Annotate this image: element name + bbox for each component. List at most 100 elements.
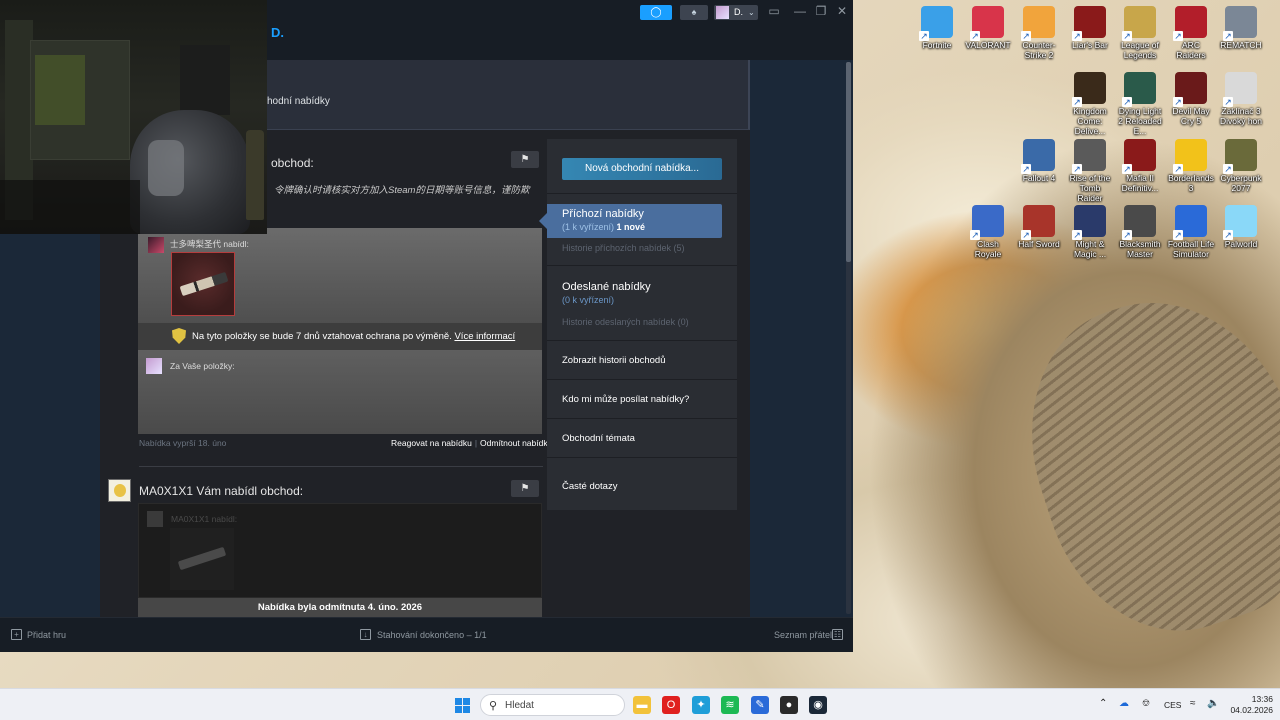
app-icon — [1072, 72, 1106, 107]
app-icon — [1223, 6, 1257, 41]
spotify-icon[interactable]: ≋ — [721, 696, 739, 714]
desktop-shortcut[interactable]: Cyberpunk 2077 — [1217, 139, 1265, 193]
file-explorer-icon[interactable]: ▬ — [633, 696, 651, 714]
wallpaper-art — [995, 267, 1280, 663]
desktop-shortcut[interactable]: Rise of the Tomb Raider — [1066, 139, 1114, 203]
trade-topics-link[interactable]: Obchodní témata — [562, 433, 635, 444]
rifle-icon — [177, 546, 227, 571]
megaphone-icon[interactable]: ◯ — [640, 5, 672, 20]
desktop-shortcut-label: Kingdom Come: Delive... — [1073, 106, 1107, 136]
incoming-pending-count: (1 k vyřízení) — [562, 222, 615, 232]
protection-text: Na tyto položky se bude 7 dnů vztahovat … — [192, 331, 452, 342]
bell-icon[interactable]: ♠ — [680, 5, 708, 20]
desktop-shortcut[interactable]: Blacksmith Master — [1116, 205, 1164, 259]
notes-app-icon[interactable]: ✎ — [751, 696, 769, 714]
sent-history-link[interactable]: Historie odeslaných nabídek (0) — [562, 317, 689, 327]
desktop-shortcut[interactable]: Fallout 4 — [1015, 139, 1063, 183]
report-flag-icon[interactable]: ⚑ — [511, 151, 539, 168]
desktop-shortcut[interactable]: Liar's Bar — [1066, 6, 1114, 50]
desktop-shortcut[interactable]: Football Life Simulator — [1167, 205, 1215, 259]
sent-offers-title[interactable]: Odeslané nabídky — [562, 281, 651, 293]
desktop-shortcut[interactable]: Mafia II Definitiv... — [1116, 139, 1164, 193]
app-icon — [1223, 72, 1257, 107]
friends-icon[interactable]: ☷ — [832, 629, 843, 640]
respond-to-offer-link[interactable]: Reagovat na nabídku — [391, 438, 472, 448]
sent-pending-count: (0 k vyřízení) — [562, 295, 615, 305]
divider — [547, 340, 737, 341]
report-flag-icon[interactable]: ⚑ — [511, 480, 539, 497]
game-app-icon[interactable]: ● — [780, 696, 798, 714]
app-icon — [1173, 72, 1207, 107]
trade-protection-notice: Na tyto položky se bude 7 dnů vztahovat … — [138, 323, 542, 350]
desktop-shortcut[interactable]: Kingdom Come: Delive... — [1066, 72, 1114, 136]
desktop-shortcut[interactable]: ARC Raiders — [1167, 6, 1215, 60]
desktop-shortcut-label: ARC Raiders — [1176, 40, 1206, 60]
wifi-icon[interactable]: ≈ — [1190, 698, 1196, 709]
desktop-shortcut-label: Devil May Cry 5 — [1172, 106, 1210, 126]
avatar — [716, 6, 729, 19]
desktop-shortcut[interactable]: Zaklínač 3 Divoký hon — [1217, 72, 1265, 126]
clock-time: 13:36 — [1251, 694, 1273, 704]
app-icon — [1021, 205, 1055, 240]
desktop-shortcut[interactable]: Devil May Cry 5 — [1167, 72, 1215, 126]
clock[interactable]: 13:36 04.02.2026 — [1227, 694, 1273, 716]
trade-item[interactable] — [170, 528, 234, 590]
desktop-shortcut[interactable]: Half Sword — [1015, 205, 1063, 249]
language-indicator[interactable]: CES — [1164, 700, 1181, 710]
app-icon — [1122, 205, 1156, 240]
trade-item[interactable] — [171, 252, 235, 316]
kodi-icon[interactable]: ✦ — [692, 696, 710, 714]
new-trade-offer-button[interactable]: Nová obchodní nabídka... — [562, 158, 722, 180]
network-icon[interactable]: ☁ — [1119, 698, 1129, 709]
start-button[interactable] — [455, 698, 470, 713]
who-can-send-link[interactable]: Kdo mi může posílat nabídky? — [562, 394, 689, 405]
show-hidden-icons-button[interactable]: ⌃ — [1099, 698, 1107, 709]
opera-icon[interactable]: O — [662, 696, 680, 714]
app-icon — [1072, 139, 1106, 174]
faq-link[interactable]: Časté dotazy — [562, 481, 617, 492]
volume-icon[interactable]: 🔈 — [1207, 698, 1219, 709]
close-button[interactable]: ✕ — [832, 3, 852, 19]
desktop-shortcut[interactable]: League of Legends — [1116, 6, 1164, 60]
app-icon — [1173, 6, 1207, 41]
incoming-history-link[interactable]: Historie příchozích nabídek (5) — [562, 243, 685, 253]
microphone-icon[interactable]: ⎊ — [1142, 698, 1150, 709]
user-menu-button[interactable]: D. ⌄ — [714, 5, 758, 20]
friends-list-button[interactable]: Seznam přátel — [774, 630, 832, 640]
shield-icon — [172, 328, 186, 344]
desktop-shortcut-label: League of Legends — [1121, 40, 1159, 60]
steam-icon[interactable]: ◉ — [809, 696, 827, 714]
profile-name-nav[interactable]: D. — [271, 25, 284, 40]
offer-message: 令牌确认时请核实对方加入Steam的日期等账号信息，谨防欺 — [274, 185, 530, 196]
desktop-shortcut[interactable]: Clash Royale — [964, 205, 1012, 259]
desktop-shortcut[interactable]: Might & Magic ... — [1066, 205, 1114, 259]
desktop-shortcut[interactable]: Borderlands 3 — [1167, 139, 1215, 193]
scrollbar-thumb[interactable] — [846, 62, 851, 262]
offer-title: MA0X1X1 Vám nabídl obchod: — [139, 484, 304, 498]
trade-history-link[interactable]: Zobrazit historii obchodů — [562, 355, 666, 366]
desktop-shortcut-label: VALORANT — [965, 40, 1011, 50]
desktop-shortcut[interactable]: Palworld — [1217, 205, 1265, 249]
desktop-shortcut-label: Palworld — [1224, 239, 1258, 249]
desktop-shortcut[interactable]: Fortnite — [913, 6, 961, 50]
desktop-shortcut[interactable]: Dying Light 2 Reloaded E... — [1116, 72, 1164, 136]
desktop-shortcut[interactable]: Counter-Strike 2 — [1015, 6, 1063, 60]
add-game-button[interactable]: Přidat hru — [27, 630, 66, 640]
maximize-button[interactable]: ❐ — [811, 3, 831, 19]
decline-offer-link[interactable]: Odmítnout nabídku — [480, 438, 552, 448]
desktop-shortcut-label: Football Life Simulator — [1167, 239, 1215, 259]
avatar[interactable] — [108, 479, 131, 502]
steam-footer: + Přidat hru ↓ Stahování dokončeno – 1/1… — [0, 617, 853, 652]
divider — [547, 265, 737, 266]
downloads-status[interactable]: Stahování dokončeno – 1/1 — [377, 630, 487, 640]
desktop-shortcut[interactable]: VALORANT — [964, 6, 1012, 50]
desktop-shortcut[interactable]: REMATCH — [1217, 6, 1265, 50]
incoming-new-count: 1 nové — [616, 222, 646, 232]
incoming-offers-tab[interactable]: Příchozí nabídky (1 k vyřízení) 1 nové — [539, 204, 722, 238]
search-box[interactable]: ⚲ Hledat — [480, 694, 625, 716]
desktop-shortcut-label: Fallout 4 — [1022, 173, 1056, 183]
minimize-button[interactable]: — — [790, 3, 810, 19]
big-picture-button[interactable]: ▭ — [764, 3, 784, 19]
more-info-link[interactable]: Více informací — [454, 331, 515, 342]
desktop-shortcut-label: Counter-Strike 2 — [1022, 40, 1056, 60]
